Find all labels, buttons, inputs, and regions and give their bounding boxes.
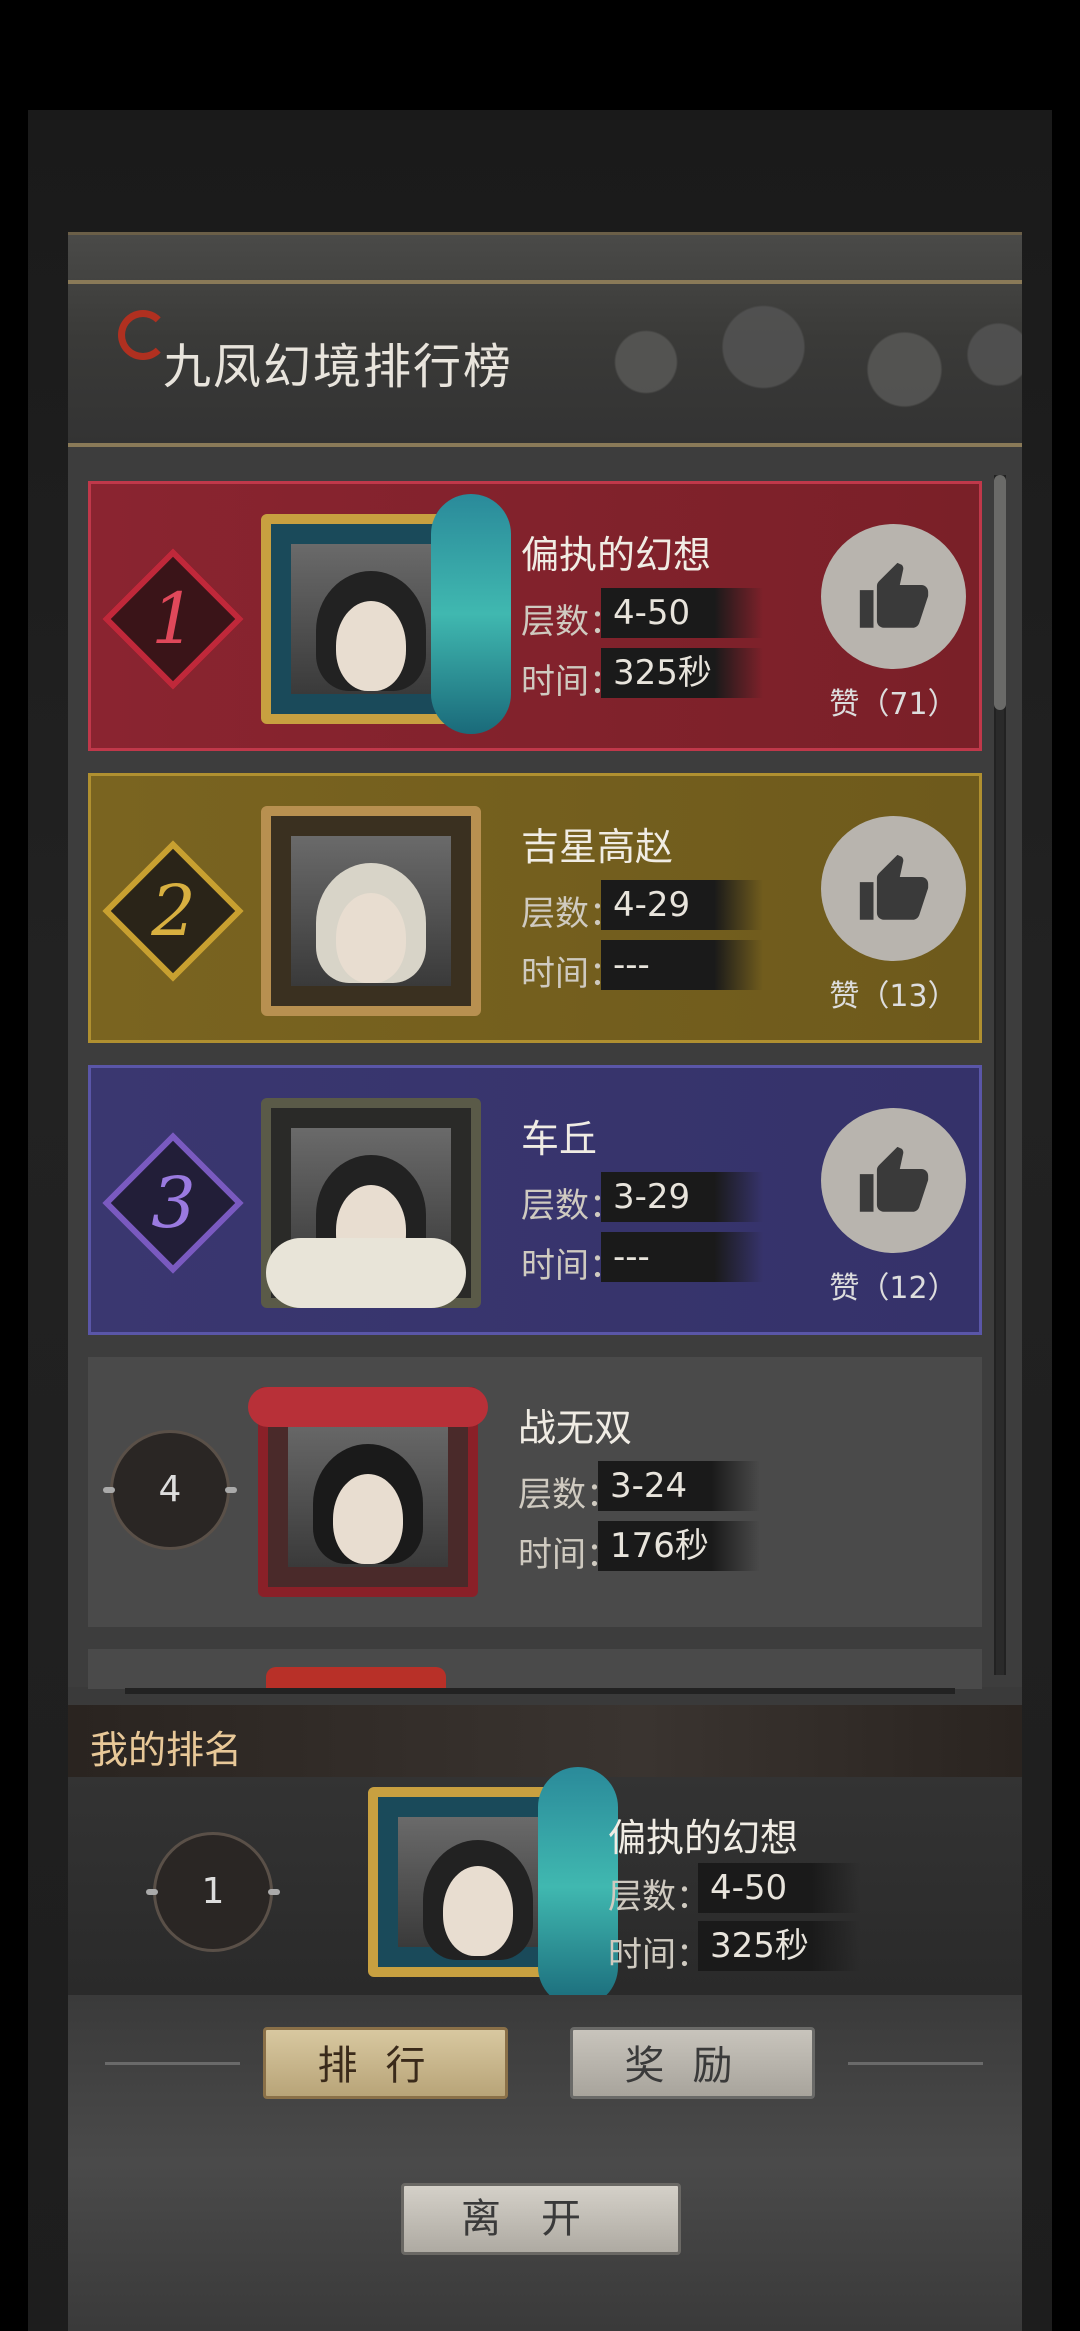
rank-entry-2[interactable]: 2 吉星高赵 层数： 4-29 时间： --- 赞（13）	[88, 773, 982, 1043]
like-button[interactable]	[821, 1108, 966, 1253]
floor-value: 3-24	[598, 1461, 760, 1511]
my-time-value: 325秒	[698, 1921, 860, 1971]
player-name: 战无双	[518, 1406, 633, 1450]
my-rank-title: 我的排名	[90, 1728, 243, 1772]
player-avatar[interactable]	[266, 1667, 446, 1689]
player-name: 吉星高赵	[521, 825, 674, 869]
thumbs-up-icon	[859, 1146, 929, 1212]
tab-rank[interactable]: 排行	[263, 2027, 508, 2099]
divider-line-left	[105, 2062, 240, 2065]
thumbs-up-icon	[859, 854, 929, 920]
player-name: 偏执的幻想	[521, 533, 712, 577]
rank-entry-3[interactable]: 3 车丘 层数： 3-29 时间： --- 赞（12）	[88, 1065, 982, 1335]
ribbon-decoration	[248, 1387, 488, 1427]
scrollbar-thumb[interactable]	[994, 475, 1006, 710]
time-value: 325秒	[601, 648, 763, 698]
geese-decoration	[266, 1238, 466, 1308]
leave-button[interactable]: 离开	[401, 2183, 681, 2255]
list-divider	[125, 1688, 955, 1694]
my-rank-number: 1	[146, 1832, 280, 1952]
rank-entry-4[interactable]: 4 战无双 层数： 3-24 时间： 176秒	[88, 1357, 982, 1627]
title-rim	[68, 280, 1022, 284]
rank-number: 1	[151, 578, 196, 660]
divider-line-right	[848, 2062, 983, 2065]
peacock-decoration	[431, 494, 511, 734]
cloud-pattern-decoration	[552, 287, 1022, 437]
rank-number: 4	[103, 1430, 237, 1550]
my-rank-header: 我的排名	[68, 1705, 1022, 1777]
rank-number: 2	[151, 870, 196, 952]
footer	[68, 1995, 1022, 2331]
time-value: 176秒	[598, 1521, 760, 1571]
my-time-label: 时间：	[608, 1935, 710, 1975]
rank-entry-1[interactable]: 1 偏执的幻想 层数： 4-50 时间： 325秒 赞（71）	[88, 481, 982, 751]
rank-number: 3	[151, 1162, 196, 1244]
player-name: 车丘	[521, 1117, 598, 1161]
floor-value: 4-50	[601, 588, 763, 638]
like-button[interactable]	[821, 816, 966, 961]
my-floor-label: 层数：	[608, 1877, 710, 1917]
floor-value: 3-29	[601, 1172, 763, 1222]
page-title: 九凤幻境排行榜	[163, 339, 514, 395]
my-avatar[interactable]	[368, 1767, 618, 2007]
like-button[interactable]	[821, 524, 966, 669]
thumbs-up-icon	[859, 562, 929, 628]
player-avatar[interactable]	[248, 1387, 488, 1597]
screen: 九凤幻境排行榜 1 偏执的幻想 层数： 4-50 时间： 325秒 赞（71） …	[0, 0, 1080, 2331]
like-count: 赞（71）	[829, 687, 958, 722]
my-rank-panel: 我的排名 1 偏执的幻想 层数： 4-50 时间： 325秒	[68, 1705, 1022, 2007]
floor-value: 4-29	[601, 880, 763, 930]
tab-reward[interactable]: 奖励	[570, 2027, 815, 2099]
swirl-icon	[118, 310, 168, 360]
like-count: 赞（12）	[829, 1271, 958, 1306]
player-avatar[interactable]	[261, 494, 511, 734]
player-avatar[interactable]	[261, 1098, 481, 1308]
title-bar: 九凤幻境排行榜	[68, 232, 1022, 447]
my-player-name: 偏执的幻想	[608, 1816, 799, 1860]
time-value: ---	[601, 1232, 763, 1282]
time-value: ---	[601, 940, 763, 990]
like-count: 赞（13）	[829, 979, 958, 1014]
my-rank-body: 1 偏执的幻想 层数： 4-50 时间： 325秒	[68, 1767, 1022, 2007]
player-avatar[interactable]	[261, 806, 481, 1016]
my-floor-value: 4-50	[698, 1863, 860, 1913]
peacock-decoration	[538, 1767, 618, 2007]
rank-entry-5[interactable]	[88, 1649, 982, 1689]
